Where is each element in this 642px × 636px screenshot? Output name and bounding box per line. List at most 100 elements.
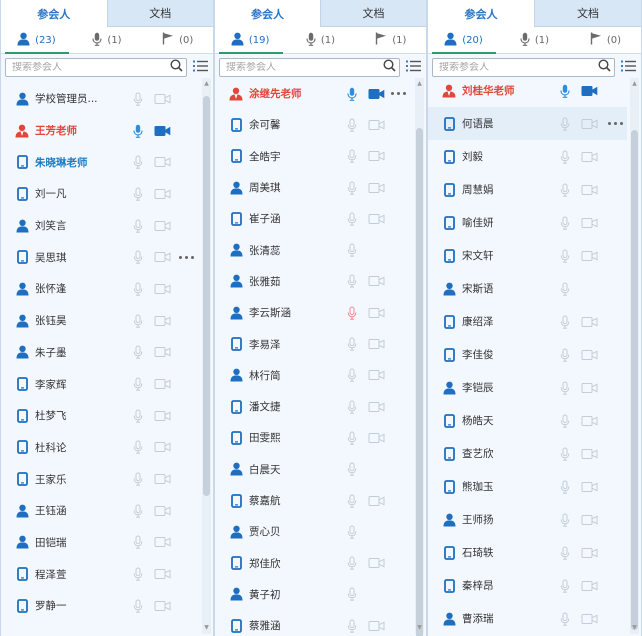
microphone-off-icon[interactable]	[558, 480, 572, 494]
microphone-off-icon[interactable]	[131, 219, 145, 233]
filter-hands-raised[interactable]: (0)	[570, 27, 641, 53]
microphone-off-icon[interactable]	[558, 381, 572, 395]
microphone-off-icon[interactable]	[558, 414, 572, 428]
microphone-off-icon[interactable]	[558, 513, 572, 527]
camera-off-icon[interactable]	[368, 338, 386, 350]
camera-off-icon[interactable]	[581, 382, 599, 394]
more-options-button[interactable]	[608, 122, 623, 125]
microphone-off-icon[interactable]	[558, 348, 572, 362]
participant-row[interactable]: 张清蕊	[215, 234, 412, 265]
camera-off-icon[interactable]	[581, 250, 599, 262]
participant-row[interactable]: 王芳老师	[1, 115, 199, 147]
camera-off-icon[interactable]	[368, 150, 386, 162]
tab-participants[interactable]: 参会人	[428, 0, 534, 27]
microphone-off-icon[interactable]	[131, 599, 145, 613]
microphone-off-icon[interactable]	[558, 282, 572, 296]
camera-off-icon[interactable]	[581, 547, 599, 559]
microphone-off-icon[interactable]	[131, 535, 145, 550]
microphone-off-icon[interactable]	[558, 546, 572, 560]
camera-off-icon[interactable]	[368, 557, 386, 569]
microphone-off-icon[interactable]	[131, 250, 145, 264]
participant-search-input[interactable]	[439, 61, 598, 73]
filter-speaking[interactable]: (1)	[499, 27, 570, 53]
participant-row[interactable]: 潘文捷	[215, 391, 412, 422]
scroll-up-arrow-icon[interactable]: ▲	[203, 80, 210, 87]
list-scrollbar[interactable]: ▲ ▼	[630, 78, 639, 634]
participant-row[interactable]: 张雅茹	[215, 266, 412, 297]
microphone-off-icon[interactable]	[558, 249, 572, 263]
camera-off-icon[interactable]	[581, 514, 599, 526]
participant-row[interactable]: 石琦轶	[428, 536, 627, 569]
microphone-off-icon[interactable]	[345, 587, 359, 602]
participant-row[interactable]: 宋斯语	[428, 272, 627, 305]
scrollbar-thumb[interactable]	[203, 96, 210, 496]
microphone-off-icon[interactable]	[345, 212, 359, 226]
camera-off-icon[interactable]	[154, 600, 172, 612]
participant-row[interactable]: 熊珈玉	[428, 470, 627, 503]
camera-off-icon[interactable]	[154, 156, 172, 168]
camera-off-icon[interactable]	[581, 613, 599, 625]
camera-off-icon[interactable]	[154, 473, 172, 485]
microphone-off-icon[interactable]	[345, 619, 359, 633]
camera-off-icon[interactable]	[581, 448, 599, 460]
microphone-on-icon[interactable]	[131, 124, 145, 138]
filter-hands-raised[interactable]: (0)	[142, 27, 213, 53]
participant-row[interactable]: 刘一凡	[1, 178, 199, 210]
participant-row[interactable]: 查艺欣	[428, 437, 627, 470]
camera-off-icon[interactable]	[154, 188, 172, 200]
camera-off-icon[interactable]	[581, 151, 599, 163]
microphone-off-icon[interactable]	[131, 440, 145, 455]
microphone-alert-icon[interactable]	[345, 306, 359, 320]
camera-on-icon[interactable]	[368, 88, 386, 100]
filter-speaking[interactable]: (1)	[285, 27, 355, 53]
participant-search-input[interactable]	[12, 61, 170, 73]
microphone-off-icon[interactable]	[345, 556, 359, 570]
camera-off-icon[interactable]	[154, 93, 172, 105]
participant-row[interactable]: 郑佳欣	[215, 547, 412, 578]
camera-off-icon[interactable]	[581, 316, 599, 328]
camera-off-icon[interactable]	[368, 432, 386, 444]
microphone-off-icon[interactable]	[558, 579, 572, 593]
scroll-up-arrow-icon[interactable]: ▲	[631, 80, 638, 87]
filter-all-participants[interactable]: (20)	[428, 27, 499, 53]
camera-off-icon[interactable]	[154, 346, 172, 358]
camera-off-icon[interactable]	[154, 536, 172, 548]
camera-off-icon[interactable]	[154, 378, 172, 390]
camera-off-icon[interactable]	[154, 315, 172, 327]
camera-off-icon[interactable]	[368, 119, 386, 131]
participant-row[interactable]: 田雯熙	[215, 422, 412, 453]
list-scrollbar[interactable]: ▲ ▼	[415, 78, 424, 636]
participant-row[interactable]: 康绍泽	[428, 305, 627, 338]
participant-row[interactable]: 蔡雅涵	[215, 610, 412, 636]
microphone-on-icon[interactable]	[345, 87, 359, 101]
participant-row[interactable]: 喻佳妍	[428, 206, 627, 239]
camera-off-icon[interactable]	[368, 213, 386, 225]
list-scrollbar[interactable]: ▲ ▼	[202, 78, 211, 634]
microphone-off-icon[interactable]	[345, 431, 359, 445]
participant-row[interactable]: 黄子初	[215, 579, 412, 610]
participant-row[interactable]: 王师扬	[428, 503, 627, 536]
camera-off-icon[interactable]	[368, 182, 386, 194]
participant-row[interactable]: 杨皓天	[428, 404, 627, 437]
microphone-off-icon[interactable]	[131, 345, 145, 360]
participant-row[interactable]: 李云斯涵	[215, 297, 412, 328]
participant-row[interactable]: 崔子涵	[215, 203, 412, 234]
more-options-button[interactable]	[179, 255, 194, 259]
participant-row[interactable]: 学校管理员...	[1, 83, 199, 115]
camera-off-icon[interactable]	[368, 401, 386, 413]
microphone-off-icon[interactable]	[345, 243, 359, 257]
camera-off-icon[interactable]	[581, 580, 599, 592]
microphone-off-icon[interactable]	[131, 187, 145, 201]
microphone-off-icon[interactable]	[558, 447, 572, 461]
list-view-menu-button[interactable]	[191, 58, 209, 76]
search-icon[interactable]	[170, 59, 183, 75]
participant-row[interactable]: 程泽萱	[1, 558, 199, 590]
microphone-off-icon[interactable]	[345, 494, 359, 508]
camera-off-icon[interactable]	[368, 275, 386, 287]
microphone-off-icon[interactable]	[345, 181, 359, 195]
participant-row[interactable]: 张怀逢	[1, 273, 199, 305]
scrollbar-thumb[interactable]	[416, 128, 423, 636]
microphone-off-icon[interactable]	[345, 368, 359, 383]
participant-row[interactable]: 田铠瑞	[1, 527, 199, 559]
camera-off-icon[interactable]	[154, 251, 172, 263]
